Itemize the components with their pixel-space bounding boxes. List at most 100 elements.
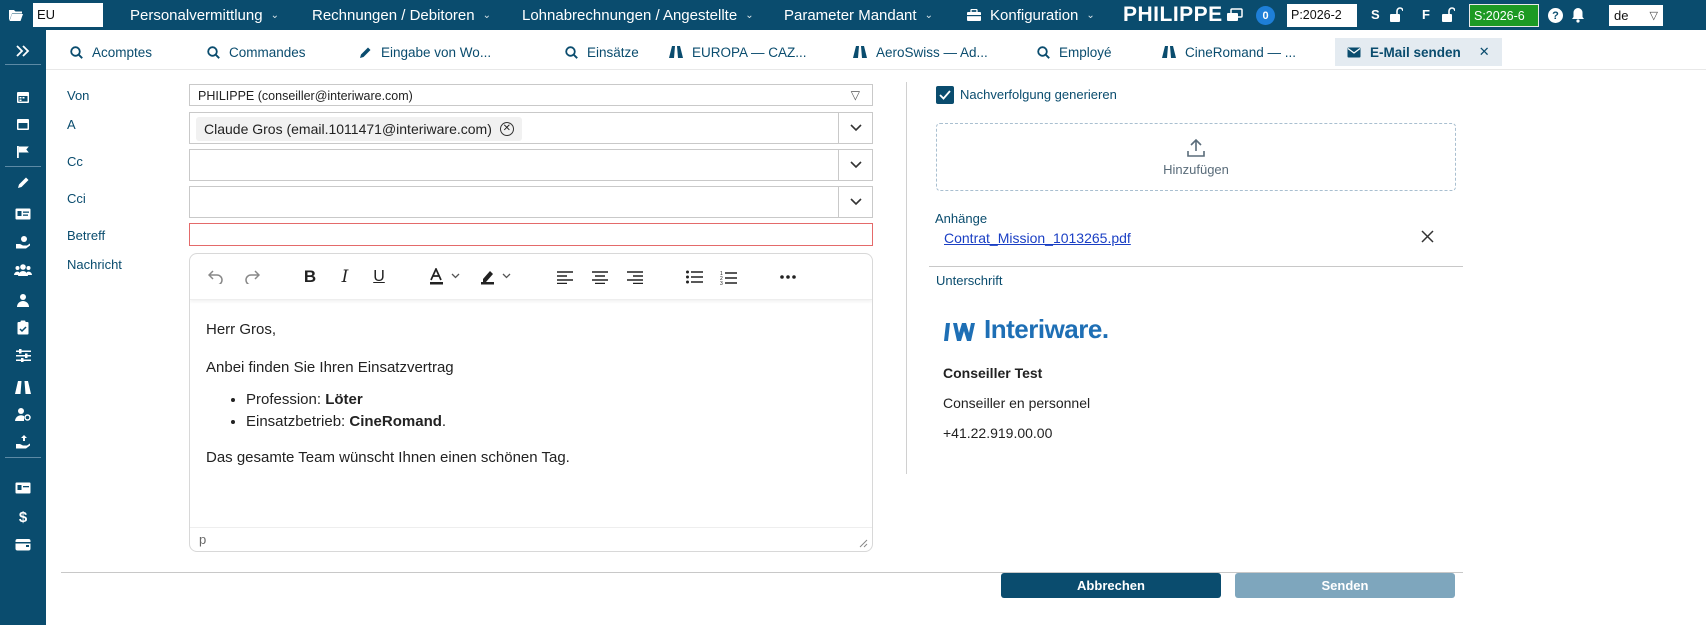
check-icon — [939, 90, 951, 100]
language-select[interactable]: de ▽ — [1609, 5, 1663, 26]
road-icon[interactable] — [13, 378, 33, 396]
cc-dropdown-button[interactable] — [838, 150, 872, 180]
numbered-list-icon[interactable]: 123 — [718, 267, 738, 287]
tab-commandes[interactable]: Commandes — [206, 38, 306, 66]
flag-icon[interactable] — [13, 143, 33, 161]
card-icon[interactable] — [13, 479, 33, 497]
cancel-button[interactable]: Abbrechen — [1001, 573, 1221, 598]
tab-eingabe[interactable]: Eingabe von Wo... — [358, 38, 491, 66]
chevron-down-icon — [849, 161, 862, 169]
chevron-down-icon: ⌄ — [1086, 9, 1095, 21]
betreff-label: Betreff — [67, 228, 106, 243]
closing-text: Das gesamte Team wünscht Ihnen einen sch… — [206, 449, 570, 466]
betreff-input[interactable] — [189, 223, 873, 246]
bell-icon[interactable] — [1571, 7, 1585, 23]
list-item: Einsatzbetrieb: CineRomand. — [246, 411, 570, 433]
tab-aeroswiss[interactable]: AeroSwiss — Ad... — [853, 38, 988, 66]
hand-upload-icon[interactable] — [13, 433, 33, 451]
tab-bar: Acomptes Commandes Eingabe von Wo... Ein… — [46, 30, 1706, 70]
cci-field[interactable] — [189, 186, 873, 218]
tab-email-senden[interactable]: E-Mail senden ✕ — [1335, 38, 1502, 66]
menu-lohnabrechnungen[interactable]: Lohnabrechnungen / Angestellte ⌄ — [522, 0, 754, 30]
help-icon[interactable]: ? — [1548, 8, 1563, 23]
menu-parameter-mandant[interactable]: Parameter Mandant ⌄ — [784, 0, 933, 30]
calendar-check-icon[interactable] — [13, 115, 33, 133]
align-center-icon[interactable] — [590, 267, 610, 287]
signature-phone: +41.22.919.00.00 — [943, 425, 1053, 441]
envelope-icon — [1347, 45, 1361, 59]
triangle-down-icon: ▽ — [1649, 10, 1658, 22]
p-period-input[interactable]: P:2026-2 — [1287, 4, 1357, 27]
expand-icon[interactable] — [13, 42, 33, 60]
id-card-icon[interactable] — [13, 205, 33, 223]
upload-icon — [1186, 138, 1206, 158]
lock-open-icon[interactable] — [1441, 7, 1455, 23]
wallet-icon[interactable] — [13, 535, 33, 553]
user-icon[interactable] — [13, 291, 33, 309]
tab-cineromand[interactable]: CineRomand — ... — [1162, 38, 1296, 66]
von-select[interactable]: PHILIPPE (conseiller@interiware.com) ▽ — [189, 84, 873, 106]
chevron-down-icon: ⌄ — [745, 9, 754, 21]
s-period-input[interactable]: S:2026-6 — [1469, 4, 1539, 27]
a-recipient-field[interactable]: Claude Gros (email.1011471@interiware.co… — [189, 112, 873, 144]
a-dropdown-button[interactable] — [838, 113, 872, 143]
dollar-icon[interactable]: $ — [13, 508, 33, 526]
followup-label[interactable]: Nachverfolgung generieren — [960, 87, 1117, 102]
list-item: Profession: Löter — [246, 389, 570, 411]
cci-dropdown-button[interactable] — [838, 187, 872, 217]
calendar-icon[interactable] — [13, 88, 33, 106]
users-icon[interactable] — [13, 260, 33, 278]
highlight-color-icon[interactable] — [479, 267, 515, 287]
menu-label: Rechnungen / Debitoren — [312, 6, 475, 24]
divider — [5, 64, 41, 65]
cc-field[interactable] — [189, 149, 873, 181]
italic-icon[interactable]: I — [335, 267, 355, 287]
lock-open-icon[interactable] — [1389, 7, 1403, 23]
user-gear-icon[interactable] — [13, 405, 33, 423]
details-list: Profession: Löter Einsatzbetrieb: CineRo… — [246, 389, 570, 433]
menu-konfiguration[interactable]: Konfiguration ⌄ — [966, 0, 1095, 30]
underline-icon[interactable]: U — [369, 267, 389, 287]
mandant-input[interactable]: EU — [33, 3, 103, 27]
notification-count-badge[interactable]: 0 — [1256, 6, 1275, 25]
attachment-link[interactable]: Contrat_Mission_1013265.pdf — [944, 230, 1131, 246]
align-left-icon[interactable] — [555, 267, 575, 287]
svg-text:3: 3 — [720, 281, 723, 285]
send-button[interactable]: Senden — [1235, 573, 1455, 598]
clipboard-icon[interactable] — [13, 318, 33, 336]
bullet-list-icon[interactable] — [684, 267, 704, 287]
close-icon[interactable]: ✕ — [1479, 44, 1490, 60]
divider — [5, 166, 41, 167]
folder-open-icon[interactable] — [8, 7, 24, 23]
remove-recipient-icon[interactable]: ✕ — [499, 122, 514, 136]
pencil-icon[interactable] — [13, 174, 33, 192]
followup-checkbox[interactable] — [936, 86, 954, 104]
hand-money-icon[interactable] — [13, 233, 33, 251]
upload-dropzone[interactable]: Hinzufügen — [936, 123, 1456, 191]
redo-icon[interactable] — [242, 267, 262, 287]
resize-handle-icon[interactable] — [859, 539, 868, 548]
road-icon — [1162, 45, 1176, 59]
menu-rechnungen[interactable]: Rechnungen / Debitoren ⌄ — [312, 0, 491, 30]
sliders-icon[interactable] — [13, 346, 33, 364]
period-text: . — [441, 413, 447, 430]
tab-einsaetze[interactable]: Einsätze — [564, 38, 639, 66]
cci-label: Cci — [67, 191, 86, 206]
interiware-logo-text: Interiware. — [984, 314, 1109, 344]
bold-icon[interactable]: B — [300, 267, 320, 287]
message-editor[interactable]: B I U 123 Herr Gros, Anbei finden Sie Ih… — [189, 253, 873, 552]
menu-label: Parameter Mandant — [784, 6, 917, 24]
road-icon — [669, 45, 683, 59]
text-color-icon[interactable] — [428, 267, 464, 287]
tab-acomptes[interactable]: Acomptes — [69, 38, 152, 66]
align-right-icon[interactable] — [625, 267, 645, 287]
menu-personalvermittlung[interactable]: Personalvermittlung ⌄ — [130, 0, 279, 30]
more-icon[interactable] — [778, 267, 798, 287]
undo-icon[interactable] — [206, 267, 226, 287]
einsatzbetrieb-label: Einsatzbetrieb: — [246, 413, 350, 430]
switch-icon[interactable] — [1226, 7, 1244, 23]
tab-europa[interactable]: EUROPA — CAZ... — [669, 38, 807, 66]
remove-attachment-icon[interactable] — [1421, 230, 1434, 243]
editor-content[interactable]: Herr Gros, Anbei finden Sie Ihren Einsat… — [206, 319, 570, 485]
tab-employe[interactable]: Employé — [1036, 38, 1112, 66]
